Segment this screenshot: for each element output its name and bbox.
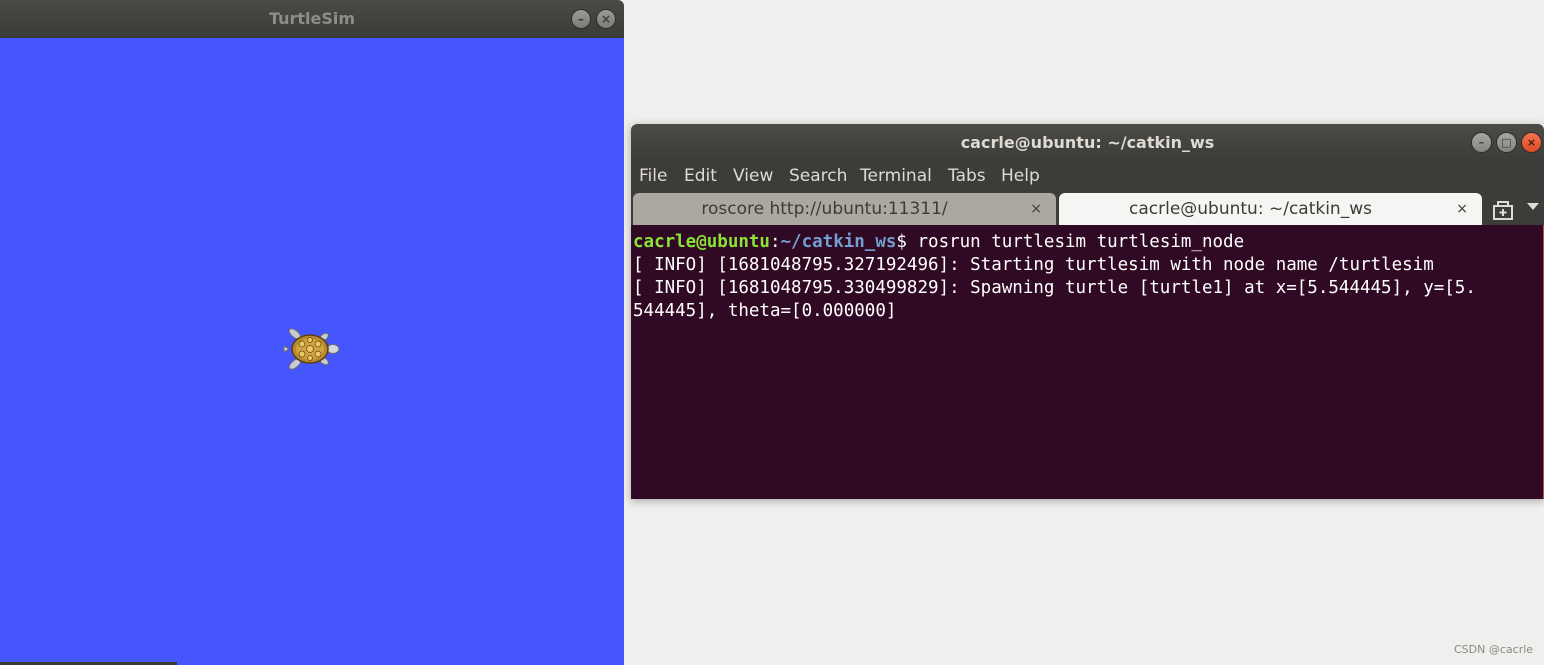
menu-terminal[interactable]: Terminal (860, 166, 932, 186)
turtlesim-close-button[interactable]: × (596, 9, 616, 29)
tab-label: cacrle@ubuntu: ~/catkin_ws (1129, 199, 1372, 219)
prompt-symbol: $ (896, 232, 918, 252)
terminal-menubar: File Edit View Search Terminal Tabs Help (631, 160, 1544, 192)
tab-close-icon[interactable]: × (1030, 193, 1042, 225)
prompt-user: cacrle@ubuntu (633, 232, 770, 252)
menu-view[interactable]: View (733, 166, 773, 186)
tab-label: roscore http://ubuntu:11311/ (701, 199, 948, 219)
output-line: 544445], theta=[0.000000] (633, 301, 897, 321)
terminal-maximize-button[interactable]: □ (1496, 132, 1517, 153)
menu-help[interactable]: Help (1001, 166, 1040, 186)
tabs-dropdown-icon[interactable] (1527, 203, 1539, 210)
prompt-path: ~/catkin_ws (780, 232, 897, 252)
menu-edit[interactable]: Edit (684, 166, 717, 186)
new-tab-icon[interactable] (1491, 199, 1515, 221)
terminal-title: cacrle@ubuntu: ~/catkin_ws (960, 133, 1215, 152)
terminal-window: cacrle@ubuntu: ~/catkin_ws – □ × File Ed… (631, 124, 1544, 499)
tab-roscore[interactable]: roscore http://ubuntu:11311/ × (633, 193, 1056, 225)
tab-catkin-ws[interactable]: cacrle@ubuntu: ~/catkin_ws × (1059, 193, 1482, 225)
command-text: rosrun turtlesim turtlesim_node (917, 232, 1245, 252)
prompt-separator: : (769, 232, 781, 252)
menu-tabs[interactable]: Tabs (948, 166, 986, 186)
turtlesim-window: TurtleSim – × (0, 0, 624, 665)
terminal-titlebar[interactable]: cacrle@ubuntu: ~/catkin_ws – □ × (631, 124, 1544, 160)
prompt-line: cacrle@ubuntu:~/catkin_ws$ rosrun turtle… (633, 231, 1543, 254)
turtle-icon (283, 328, 340, 370)
watermark: CSDN @cacrle (1454, 643, 1534, 656)
turtlesim-title: TurtleSim (268, 9, 356, 28)
output-line: [ INFO] [1681048795.327192496]: Starting… (633, 255, 1434, 275)
terminal-close-button[interactable]: × (1521, 132, 1542, 153)
menu-search[interactable]: Search (789, 166, 847, 186)
tab-close-icon[interactable]: × (1456, 193, 1468, 225)
terminal-tabbar: roscore http://ubuntu:11311/ × cacrle@ub… (631, 192, 1544, 225)
turtlesim-titlebar[interactable]: TurtleSim – × (0, 0, 624, 38)
menu-file[interactable]: File (639, 166, 667, 186)
terminal-output[interactable]: cacrle@ubuntu:~/catkin_ws$ rosrun turtle… (631, 225, 1544, 499)
terminal-minimize-button[interactable]: – (1471, 132, 1492, 153)
turtlesim-minimize-button[interactable]: – (571, 9, 591, 29)
output-line: [ INFO] [1681048795.330499829]: Spawning… (633, 278, 1476, 298)
